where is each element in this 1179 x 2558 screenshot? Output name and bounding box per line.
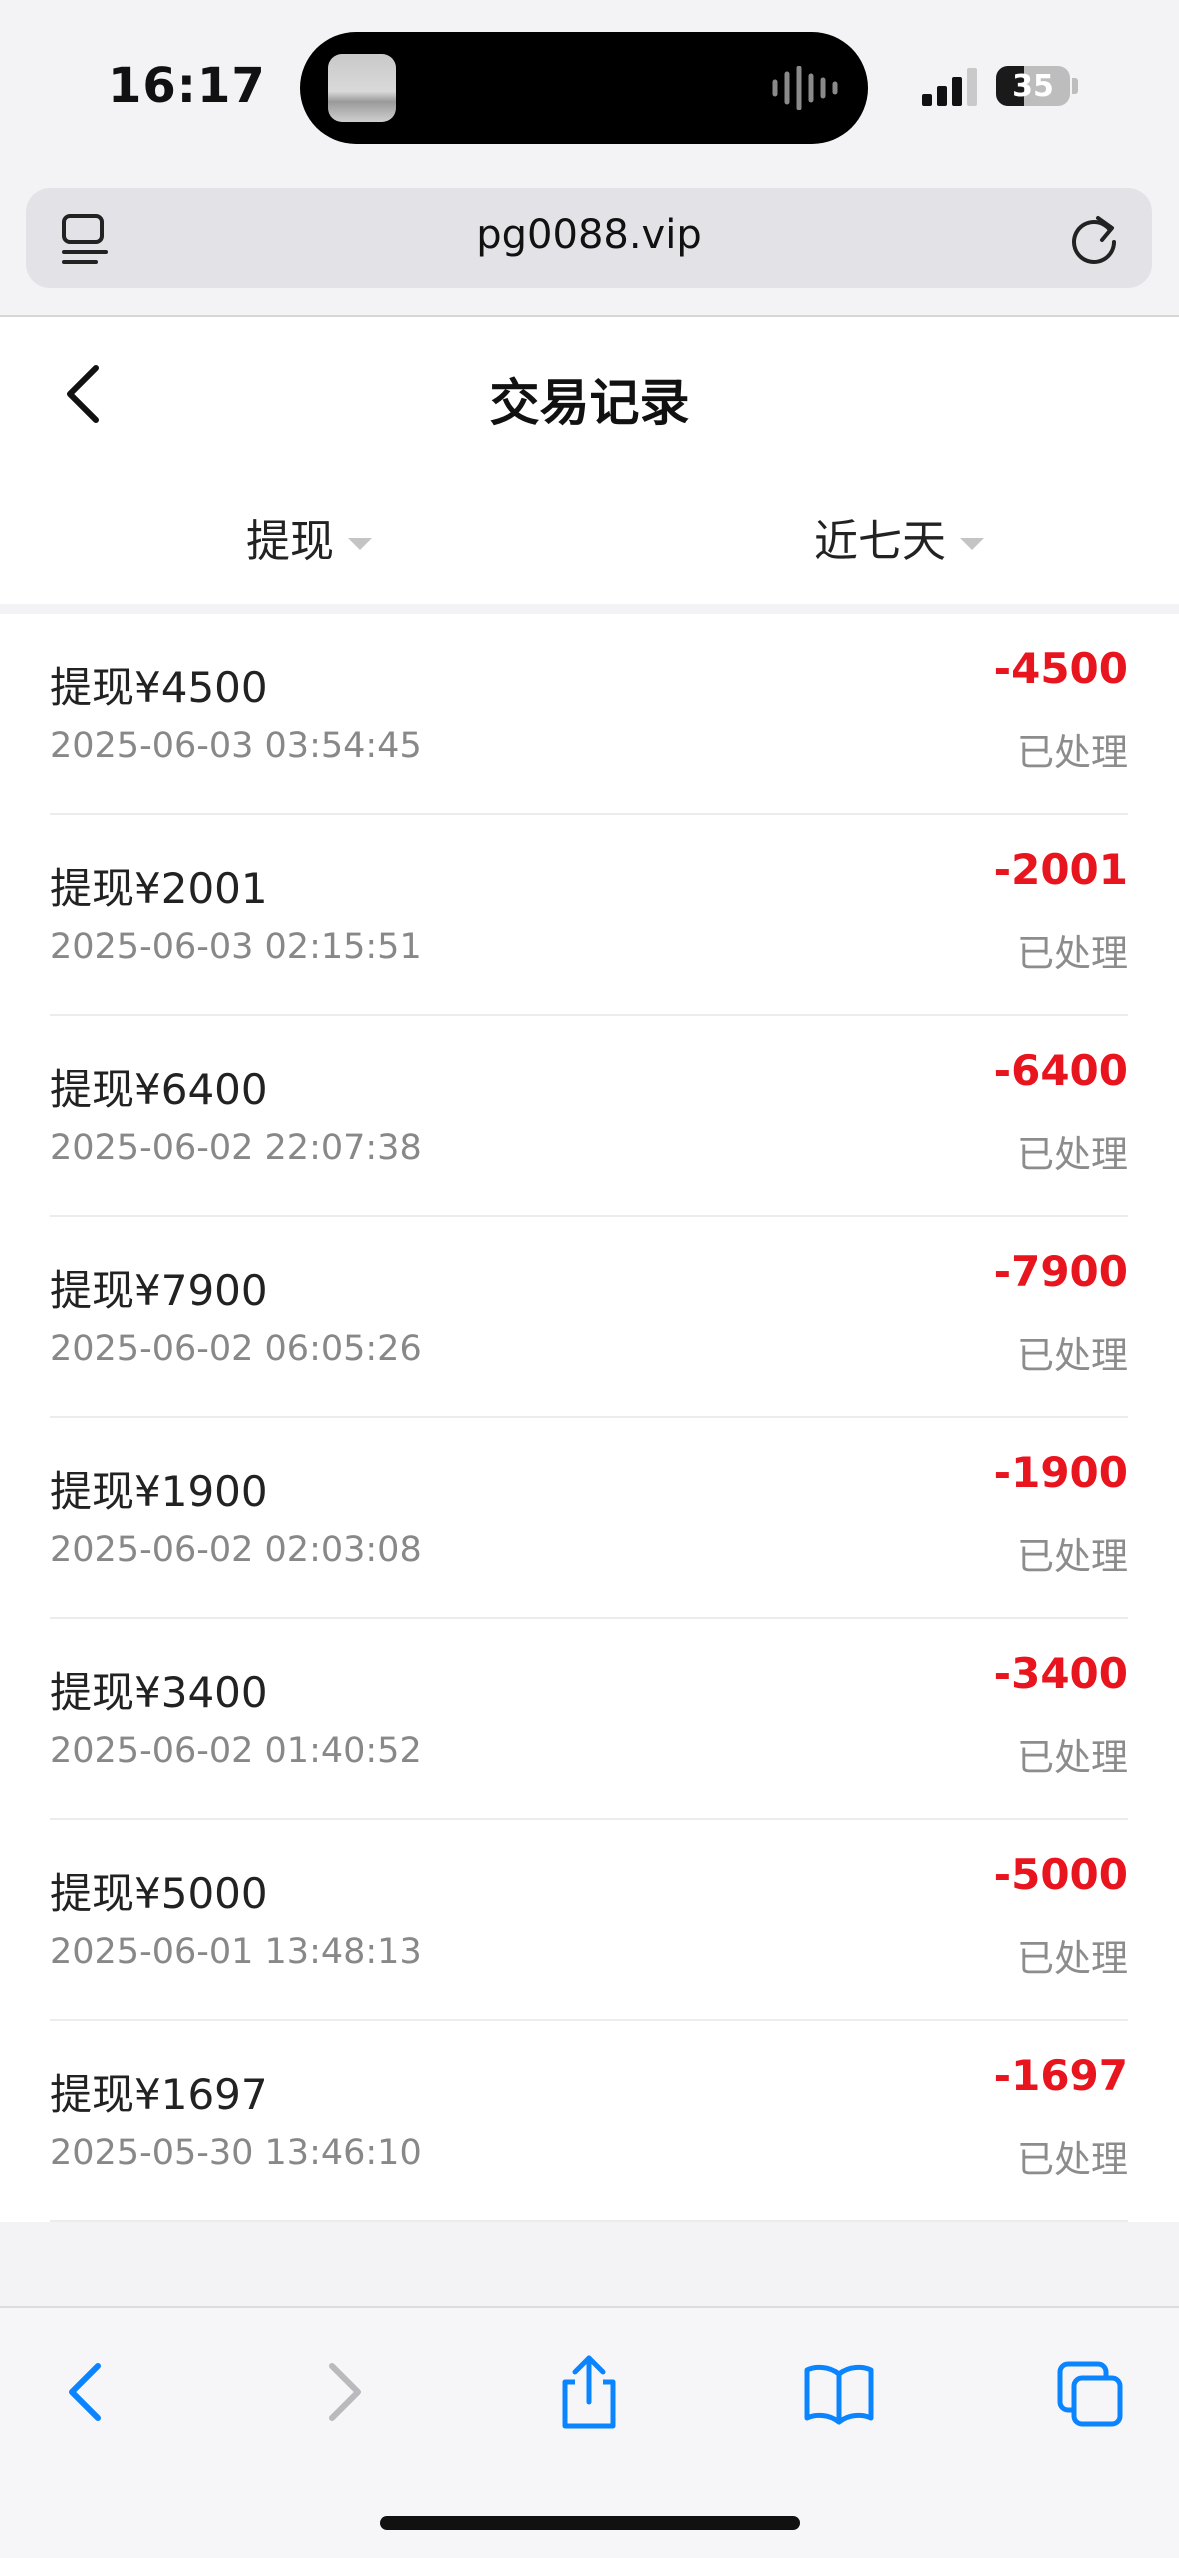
- transaction-amount: -3400: [993, 1649, 1128, 1698]
- transaction-title: 提现¥6400: [50, 1065, 268, 1114]
- battery-icon: 35: [996, 66, 1070, 106]
- chevron-right-icon[interactable]: [306, 2352, 378, 2432]
- caret-down-icon: [348, 538, 372, 550]
- transaction-list: 提现¥4500 2025-06-03 03:54:45 -4500 已处理 提现…: [0, 614, 1179, 2222]
- type-filter-dropdown[interactable]: 提现: [246, 505, 372, 569]
- cellular-signal-icon: [922, 68, 977, 106]
- now-playing-thumbnail: [328, 54, 396, 122]
- transaction-time: 2025-06-02 06:05:26: [50, 1329, 422, 1369]
- transaction-amount: -1900: [993, 1448, 1128, 1497]
- audio-wave-icon: [772, 66, 838, 110]
- share-icon[interactable]: [553, 2352, 625, 2432]
- reload-icon[interactable]: [1066, 210, 1122, 266]
- transaction-title: 提现¥2001: [50, 864, 268, 913]
- transaction-status: 已处理: [1017, 1133, 1128, 1176]
- transaction-status: 已处理: [1017, 731, 1128, 774]
- transaction-status: 已处理: [1017, 1535, 1128, 1578]
- transaction-status: 已处理: [1017, 2138, 1128, 2181]
- transaction-title: 提现¥3400: [50, 1668, 268, 1717]
- transaction-amount: -1697: [993, 2051, 1128, 2100]
- transaction-time: 2025-06-02 22:07:38: [50, 1128, 422, 1168]
- period-filter-dropdown[interactable]: 近七天: [814, 505, 984, 569]
- caret-down-icon: [960, 538, 984, 550]
- transaction-row[interactable]: 提现¥1900 2025-06-02 02:03:08 -1900 已处理: [50, 1418, 1128, 1619]
- page-title: 交易记录: [489, 374, 690, 432]
- transaction-time: 2025-06-02 02:03:08: [50, 1530, 422, 1570]
- transaction-time: 2025-06-01 13:48:13: [50, 1932, 422, 1972]
- transaction-amount: -5000: [993, 1850, 1128, 1899]
- transaction-time: 2025-06-02 01:40:52: [50, 1731, 422, 1771]
- status-time: 16:17: [108, 58, 266, 114]
- transaction-status: 已处理: [1017, 1334, 1128, 1377]
- battery-level: 35: [1012, 69, 1054, 104]
- transaction-amount: -6400: [993, 1046, 1128, 1095]
- transaction-title: 提现¥7900: [50, 1266, 268, 1315]
- transaction-row[interactable]: 提现¥3400 2025-06-02 01:40:52 -3400 已处理: [50, 1619, 1128, 1820]
- tabs-icon[interactable]: [1054, 2352, 1126, 2432]
- transaction-row[interactable]: 提现¥6400 2025-06-02 22:07:38 -6400 已处理: [50, 1016, 1128, 1217]
- home-indicator: [380, 2516, 800, 2530]
- transaction-title: 提现¥1900: [50, 1467, 268, 1516]
- transaction-amount: -4500: [993, 644, 1128, 693]
- transaction-title: 提现¥4500: [50, 663, 268, 712]
- transaction-title: 提现¥5000: [50, 1869, 268, 1918]
- transaction-row[interactable]: 提现¥4500 2025-06-03 03:54:45 -4500 已处理: [50, 614, 1128, 815]
- transaction-status: 已处理: [1017, 932, 1128, 975]
- transaction-status: 已处理: [1017, 1736, 1128, 1779]
- transaction-status: 已处理: [1017, 1937, 1128, 1980]
- transaction-row[interactable]: 提现¥2001 2025-06-03 02:15:51 -2001 已处理: [50, 815, 1128, 1016]
- page-header: 交易记录 提现 近七天: [0, 317, 1179, 604]
- dynamic-island: [300, 32, 868, 144]
- transaction-amount: -2001: [993, 845, 1128, 894]
- transaction-time: 2025-05-30 13:46:10: [50, 2133, 422, 2173]
- transaction-title: 提现¥1697: [50, 2070, 268, 2119]
- period-filter-label: 近七天: [814, 516, 946, 567]
- transaction-time: 2025-06-03 03:54:45: [50, 726, 422, 766]
- transaction-row[interactable]: 提现¥1697 2025-05-30 13:46:10 -1697 已处理: [50, 2021, 1128, 2222]
- book-icon[interactable]: [803, 2352, 875, 2432]
- type-filter-label: 提现: [246, 516, 334, 567]
- transaction-row[interactable]: 提现¥5000 2025-06-01 13:48:13 -5000 已处理: [50, 1820, 1128, 2021]
- chevron-left-icon[interactable]: [52, 2352, 124, 2432]
- address-bar[interactable]: pg0088.vip: [26, 188, 1152, 288]
- battery-cap: [1072, 78, 1078, 94]
- transaction-time: 2025-06-03 02:15:51: [50, 927, 422, 967]
- transaction-row[interactable]: 提现¥7900 2025-06-02 06:05:26 -7900 已处理: [50, 1217, 1128, 1418]
- url-text[interactable]: pg0088.vip: [26, 212, 1152, 258]
- transaction-amount: -7900: [993, 1247, 1128, 1296]
